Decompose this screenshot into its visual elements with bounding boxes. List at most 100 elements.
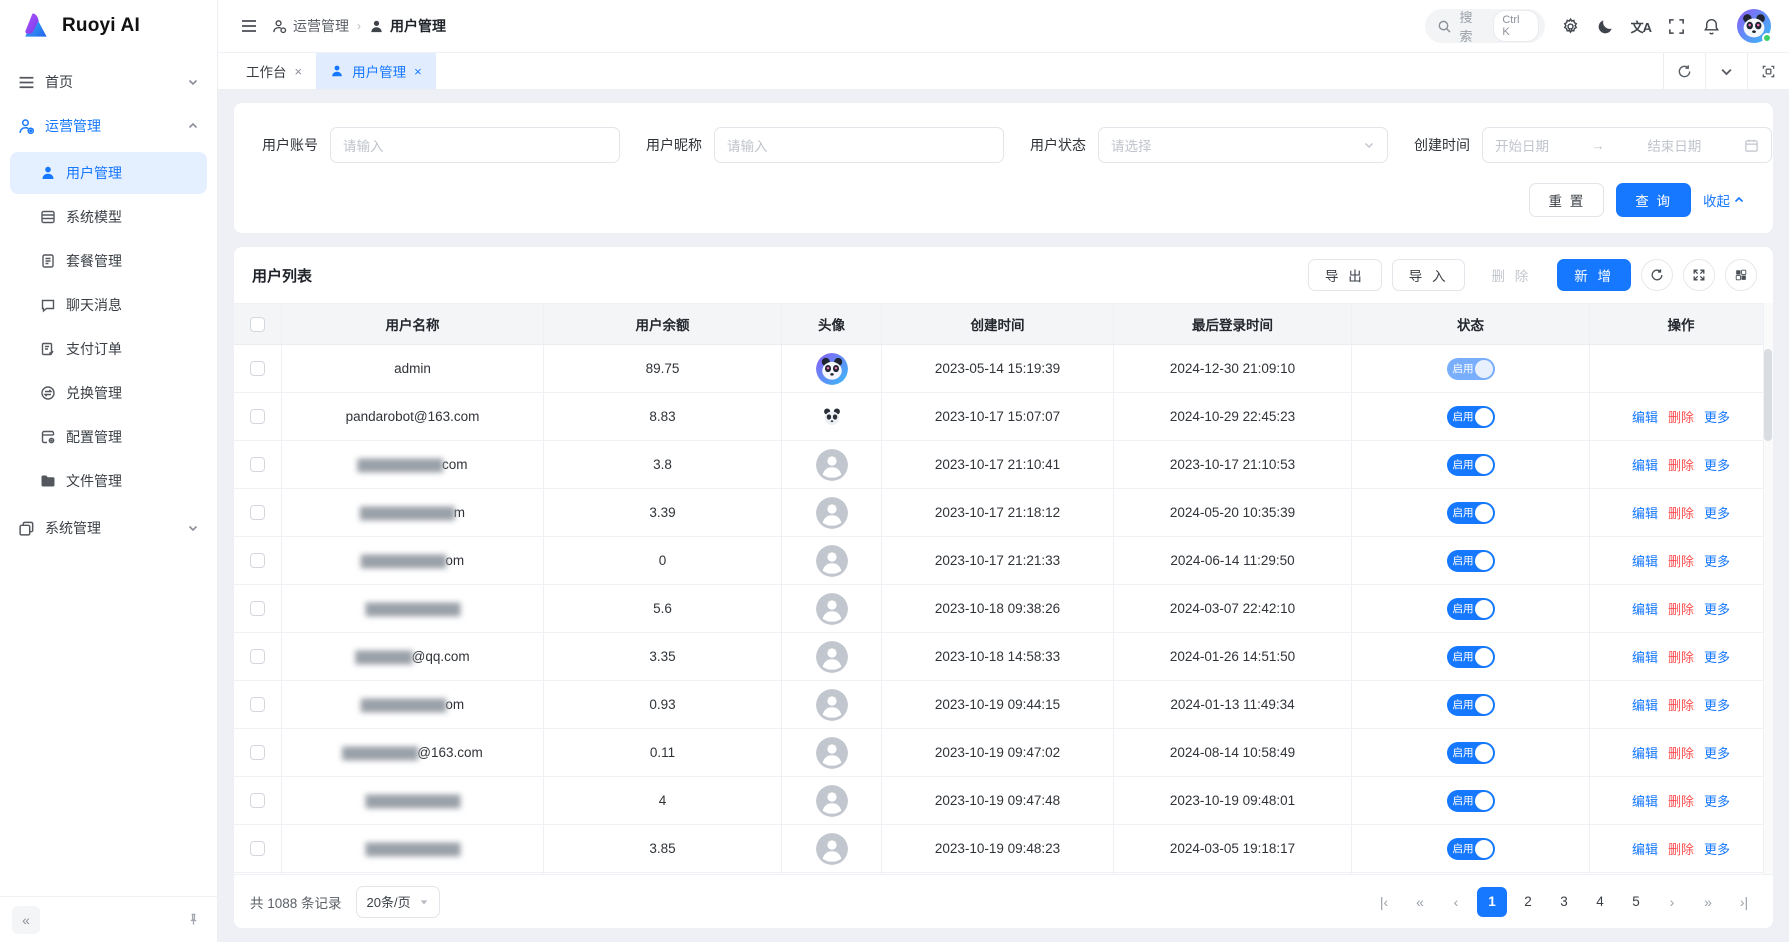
export-button[interactable]: 导 出 (1308, 259, 1382, 291)
fullscreen-table-button[interactable] (1683, 259, 1715, 291)
status-toggle[interactable]: 启用 (1447, 790, 1495, 812)
table-row[interactable]: ▇▇▇▇▇▇▇▇▇▇3.852023-10-19 09:48:232024-03… (234, 825, 1773, 873)
row-checkbox[interactable] (250, 505, 265, 520)
sidebar-item-file-management[interactable]: 文件管理 (10, 460, 207, 502)
table-row[interactable]: ▇▇▇▇▇▇▇▇▇om0.932023-10-19 09:44:152024-0… (234, 681, 1773, 729)
more-link[interactable]: 更多 (1704, 407, 1730, 426)
delete-button[interactable]: 删 除 (1475, 259, 1547, 291)
refresh-table-button[interactable] (1641, 259, 1673, 291)
row-checkbox[interactable] (250, 361, 265, 376)
tab-user-management[interactable]: 用户管理 × (316, 53, 436, 89)
edit-link[interactable]: 编辑 (1632, 791, 1658, 810)
more-link[interactable]: 更多 (1704, 551, 1730, 570)
table-row[interactable]: ▇▇▇▇▇▇▇▇▇com3.82023-10-17 21:10:412023-1… (234, 441, 1773, 489)
more-link[interactable]: 更多 (1704, 695, 1730, 714)
page-size-select[interactable]: 20条/页 (356, 886, 440, 918)
col-header-created[interactable]: 创建时间 (882, 304, 1114, 344)
row-checkbox[interactable] (250, 793, 265, 808)
table-row[interactable]: ▇▇▇▇▇▇▇▇@163.com0.112023-10-19 09:47:022… (234, 729, 1773, 777)
collapse-filter-link[interactable]: 收起 (1703, 190, 1745, 210)
sidebar-item-system[interactable]: 系统管理 (0, 506, 217, 550)
app-logo[interactable]: Ruoyi AI (0, 0, 217, 52)
import-button[interactable]: 导 入 (1392, 259, 1466, 291)
last-page-button[interactable]: ›| (1729, 887, 1759, 917)
row-checkbox[interactable] (250, 745, 265, 760)
col-header-ops[interactable]: 操作 (1590, 304, 1773, 344)
edit-link[interactable]: 编辑 (1632, 839, 1658, 858)
sidebar-collapse-button[interactable]: « (12, 906, 40, 934)
bell-icon[interactable] (1702, 17, 1721, 36)
date-range-picker[interactable]: 开始日期 → 结束日期 (1482, 127, 1772, 163)
table-scrollbar-thumb[interactable] (1764, 349, 1772, 441)
page-number-button[interactable]: 5 (1621, 887, 1651, 917)
delete-link[interactable]: 删除 (1668, 743, 1694, 762)
sidebar-item-user-management[interactable]: 用户管理 (10, 152, 207, 194)
edit-link[interactable]: 编辑 (1632, 503, 1658, 522)
close-icon[interactable]: × (414, 64, 422, 79)
edit-link[interactable]: 编辑 (1632, 695, 1658, 714)
col-header-lastlogin[interactable]: 最后登录时间 (1114, 304, 1352, 344)
translate-icon[interactable]: 文A (1631, 17, 1651, 36)
page-number-button[interactable]: 2 (1513, 887, 1543, 917)
status-toggle[interactable]: 启用 (1447, 694, 1495, 716)
add-button[interactable]: 新 增 (1557, 259, 1631, 291)
more-link[interactable]: 更多 (1704, 599, 1730, 618)
more-link[interactable]: 更多 (1704, 455, 1730, 474)
select-all-checkbox[interactable] (250, 317, 265, 332)
nickname-input[interactable]: 请输入 (714, 127, 1004, 163)
status-select[interactable]: 请选择 (1098, 127, 1388, 163)
col-header-username[interactable]: 用户名称 (282, 304, 544, 344)
col-header-status[interactable]: 状态 (1352, 304, 1590, 344)
edit-link[interactable]: 编辑 (1632, 599, 1658, 618)
breadcrumb-item-users[interactable]: 用户管理 (369, 16, 446, 36)
sidebar-item-system-models[interactable]: 系统模型 (10, 196, 207, 238)
delete-link[interactable]: 删除 (1668, 695, 1694, 714)
first-page-button[interactable]: |‹ (1369, 887, 1399, 917)
row-checkbox[interactable] (250, 409, 265, 424)
status-toggle[interactable]: 启用 (1447, 838, 1495, 860)
edit-link[interactable]: 编辑 (1632, 647, 1658, 666)
table-row[interactable]: pandarobot@163.com8.832023-10-17 15:07:0… (234, 393, 1773, 441)
user-avatar[interactable] (1737, 9, 1771, 43)
delete-link[interactable]: 删除 (1668, 503, 1694, 522)
account-input[interactable]: 请输入 (330, 127, 620, 163)
page-number-button[interactable]: 1 (1477, 887, 1507, 917)
delete-link[interactable]: 删除 (1668, 791, 1694, 810)
row-checkbox[interactable] (250, 457, 265, 472)
next-page-button[interactable]: › (1657, 887, 1687, 917)
sidebar-item-exchange-management[interactable]: 兑换管理 (10, 372, 207, 414)
sidebar-item-package-management[interactable]: 套餐管理 (10, 240, 207, 282)
delete-link[interactable]: 删除 (1668, 599, 1694, 618)
page-number-button[interactable]: 4 (1585, 887, 1615, 917)
edit-link[interactable]: 编辑 (1632, 743, 1658, 762)
delete-link[interactable]: 删除 (1668, 407, 1694, 426)
table-row[interactable]: ▇▇▇▇▇▇@qq.com3.352023-10-18 14:58:332024… (234, 633, 1773, 681)
table-row[interactable]: ▇▇▇▇▇▇▇▇▇▇5.62023-10-18 09:38:262024-03-… (234, 585, 1773, 633)
fullscreen-icon[interactable] (1667, 17, 1686, 36)
tab-workbench[interactable]: 工作台 × (232, 53, 316, 89)
table-row[interactable]: ▇▇▇▇▇▇▇▇▇om02023-10-17 21:21:332024-06-1… (234, 537, 1773, 585)
breadcrumb-item-operations[interactable]: 运营管理 (272, 16, 349, 36)
more-link[interactable]: 更多 (1704, 503, 1730, 522)
jump-forward-button[interactable]: » (1693, 887, 1723, 917)
table-scrollbar[interactable] (1763, 303, 1773, 874)
more-link[interactable]: 更多 (1704, 839, 1730, 858)
row-checkbox[interactable] (250, 649, 265, 664)
close-icon[interactable]: × (295, 64, 303, 79)
query-button[interactable]: 查 询 (1616, 183, 1691, 217)
status-toggle[interactable]: 启用 (1447, 550, 1495, 572)
more-link[interactable]: 更多 (1704, 647, 1730, 666)
tab-menu-button[interactable] (1705, 53, 1747, 89)
status-toggle[interactable]: 启用 (1447, 598, 1495, 620)
edit-link[interactable]: 编辑 (1632, 407, 1658, 426)
sidebar-item-payment-orders[interactable]: 支付订单 (10, 328, 207, 370)
reset-button[interactable]: 重 置 (1529, 183, 1604, 217)
col-header-balance[interactable]: 用户余额 (544, 304, 782, 344)
more-link[interactable]: 更多 (1704, 791, 1730, 810)
delete-link[interactable]: 删除 (1668, 455, 1694, 474)
sidebar-item-config-management[interactable]: 配置管理 (10, 416, 207, 458)
status-toggle[interactable]: 启用 (1447, 454, 1495, 476)
dark-mode-moon-icon[interactable] (1596, 17, 1615, 36)
edit-link[interactable]: 编辑 (1632, 551, 1658, 570)
col-header-avatar[interactable]: 头像 (782, 304, 882, 344)
